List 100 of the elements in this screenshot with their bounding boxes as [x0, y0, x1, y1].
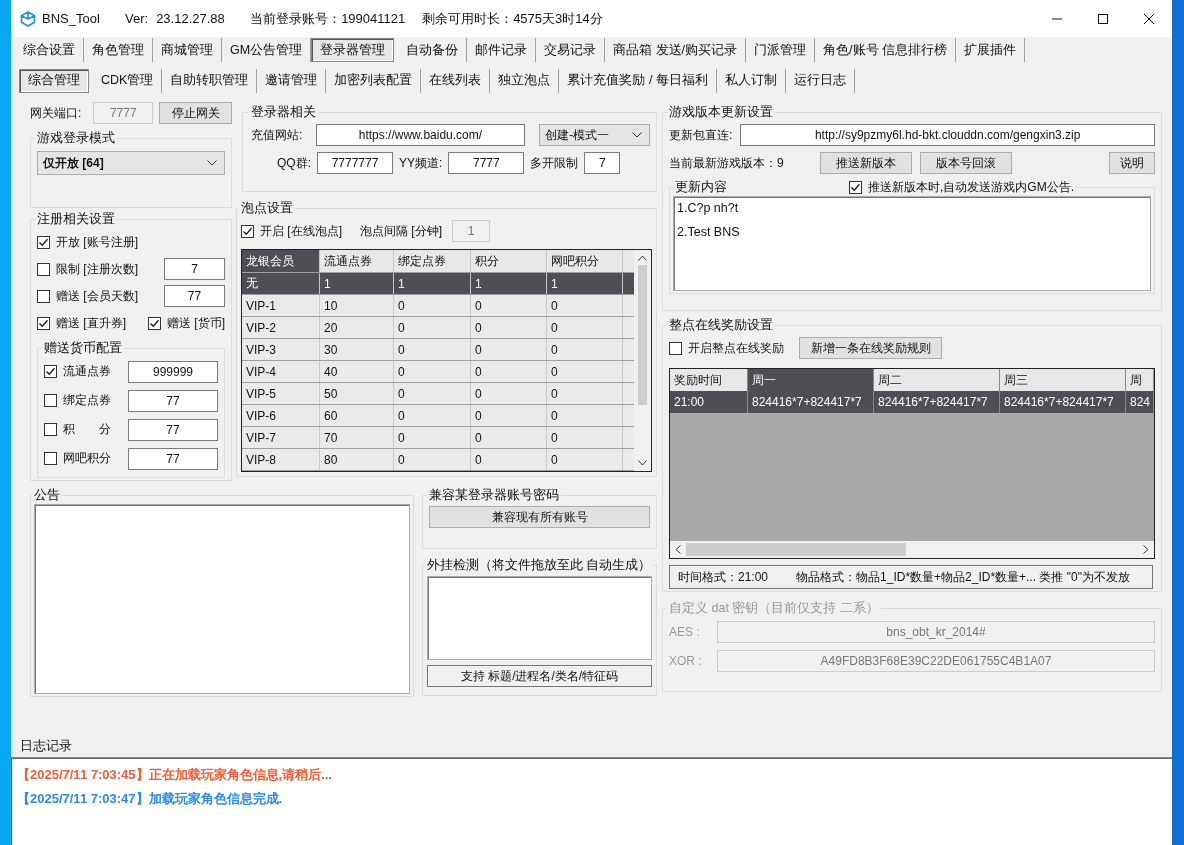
column-header[interactable]: 周一 — [748, 369, 874, 391]
text-line: 1.C?p nh?t — [677, 201, 740, 217]
field-label: AES : — [669, 624, 701, 639]
checkbox[interactable] — [44, 423, 57, 436]
table-row[interactable]: VIP-1 10 0 0 0 — [242, 295, 635, 317]
field-label: YY频道: — [399, 154, 443, 172]
table-cell: 0 — [394, 317, 471, 338]
button[interactable]: 停止网关 — [159, 102, 232, 124]
dropdown[interactable]: 仅开放 [64] — [37, 151, 225, 175]
checkbox[interactable] — [241, 224, 254, 238]
tab[interactable]: CDK管理 — [93, 68, 163, 93]
column-header[interactable]: 绑定点券 — [394, 250, 471, 272]
tab[interactable]: 扩展插件 — [956, 38, 1026, 62]
tab[interactable]: 角色/账号 信息排行榜 — [815, 38, 957, 62]
column-header[interactable]: 流通点券 — [320, 250, 394, 272]
text-field[interactable]: 77 — [128, 389, 218, 412]
column-header[interactable]: 龙银会员 — [242, 250, 320, 272]
table-cell: VIP-4 — [242, 361, 320, 382]
checkbox[interactable] — [44, 452, 57, 465]
column-header[interactable]: 积分 — [471, 250, 547, 272]
tab[interactable]: 邀请管理 — [257, 68, 327, 93]
tab[interactable]: 邮件记录 — [467, 38, 537, 62]
table-row[interactable]: VIP-3 30 0 0 0 — [242, 339, 635, 361]
scrollbar-thumb[interactable] — [686, 543, 906, 556]
tab[interactable]: 运行日志 — [785, 68, 855, 93]
log-message: 【2025/7/11 7:03:45】正在加载玩家角色信息,请稍后... — [17, 766, 332, 784]
table-cell: 0 — [547, 295, 623, 316]
button[interactable]: 版本号回滚 — [920, 152, 1012, 174]
table-row[interactable]: VIP-2 20 0 0 0 — [242, 317, 635, 339]
checkbox[interactable] — [37, 262, 50, 276]
field-label: 充值网站: — [251, 126, 304, 144]
checkbox-label: 开启 [在线泡点] — [260, 222, 342, 240]
table-row[interactable]: VIP-8 80 0 0 0 — [242, 449, 635, 471]
tab[interactable]: 在线列表 — [421, 68, 491, 93]
text-field[interactable]: 77 — [128, 418, 218, 441]
checkbox[interactable] — [37, 289, 50, 303]
text-field[interactable]: https://www.baidu.com/ — [315, 124, 526, 146]
checkbox-label: 推送新版本时,自动发送游戏内GM公告. — [868, 179, 1074, 196]
log-message: 【2025/7/11 7:03:47】加载玩家角色信息完成. — [17, 790, 283, 808]
table-row[interactable]: VIP-6 60 0 0 0 — [242, 405, 635, 427]
checkbox-label: 绑定点券 — [63, 392, 111, 409]
tab[interactable]: 独立泡点 — [490, 68, 560, 93]
checkbox[interactable] — [44, 365, 57, 378]
group-title: 公告 — [33, 487, 61, 504]
button[interactable]: 支持 标题/进程名/类名/特征码 — [427, 665, 652, 687]
tab[interactable]: 综合设置 — [15, 38, 84, 62]
text-field[interactable]: 77 — [128, 447, 218, 470]
tab[interactable]: 累计充值奖励 / 每日福利 — [559, 68, 717, 93]
table-cell: 0 — [471, 361, 547, 382]
dropdown[interactable]: 创建-模式一 — [539, 124, 650, 146]
tab[interactable]: 门派管理 — [746, 38, 816, 62]
tab[interactable]: 自助转职管理 — [162, 68, 258, 93]
text-field[interactable]: http://sy9pzmy6l.hd-bkt.clouddn.com/gengxin3.zip — [740, 124, 1155, 146]
checkbox-label: 赠送 [直升券] — [56, 314, 126, 332]
tab[interactable]: 商城管理 — [153, 38, 222, 62]
table-cell: 0 — [547, 317, 623, 338]
checkbox[interactable] — [37, 316, 50, 330]
table-row[interactable]: 无 1 1 1 1 — [242, 273, 635, 295]
tab[interactable]: 登录器管理 — [311, 38, 395, 62]
table-row[interactable]: VIP-5 50 0 0 0 — [242, 383, 635, 405]
button[interactable]: 兼容现有所有账号 — [429, 506, 650, 528]
checkbox-label: 开启整点在线奖励 — [688, 339, 784, 357]
tab[interactable]: 私人订制 — [716, 68, 786, 93]
text-field[interactable]: 7777 — [448, 152, 525, 174]
group-title: 兼容某登录器账号密码 — [428, 487, 560, 504]
tab[interactable]: 商品箱 发送/购买记录 — [605, 38, 747, 62]
text-area[interactable]: 1.C?p nh?t 2.Test BNS — [673, 196, 1151, 291]
tab[interactable]: 综合管理 — [19, 68, 89, 93]
table-cell: 10 — [320, 295, 394, 316]
table-cell: 0 — [471, 339, 547, 360]
text-field[interactable]: 7777777 — [317, 152, 393, 174]
button[interactable]: 新增一条在线奖励规则 — [799, 337, 942, 359]
tab[interactable]: 自动备份 — [398, 38, 468, 62]
table-cell: 0 — [394, 295, 471, 316]
maximize-icon — [1098, 13, 1108, 24]
group-title: 整点在线奖励设置 — [668, 317, 774, 334]
hint-text: 物品格式：物品1_ID*数量+物品2_ID*数量+... 类推 "0"为不发放 — [796, 568, 1130, 586]
checkbox[interactable] — [849, 181, 862, 194]
tab[interactable]: 角色管理 — [84, 38, 153, 62]
table-row[interactable]: VIP-4 40 0 0 0 — [242, 361, 635, 383]
button[interactable]: 推送新版本 — [820, 152, 912, 174]
checkbox[interactable] — [37, 235, 50, 249]
close-icon — [1144, 13, 1154, 24]
tab[interactable]: 加密列表配置 — [326, 68, 422, 93]
scrollbar-thumb[interactable] — [638, 265, 648, 405]
checkbox[interactable] — [44, 394, 57, 407]
text-field[interactable]: 77 — [164, 285, 225, 307]
table-row[interactable]: VIP-7 70 0 0 0 — [242, 427, 635, 449]
text-field[interactable]: 999999 — [128, 360, 218, 383]
checkbox-label: 赠送 [会员天数] — [56, 287, 138, 305]
column-header[interactable]: 网吧积分 — [547, 250, 623, 272]
checkbox[interactable] — [148, 316, 161, 330]
text-field[interactable]: 7 — [164, 258, 225, 280]
button[interactable]: 说明 — [1109, 152, 1155, 174]
table-cell: VIP-3 — [242, 339, 320, 360]
tab[interactable]: 交易记录 — [536, 38, 606, 62]
table-cell: 0 — [547, 383, 623, 404]
horizontal-scrollbar[interactable] — [670, 541, 1154, 558]
checkbox[interactable] — [669, 341, 682, 355]
text-field[interactable]: 7 — [584, 152, 621, 174]
